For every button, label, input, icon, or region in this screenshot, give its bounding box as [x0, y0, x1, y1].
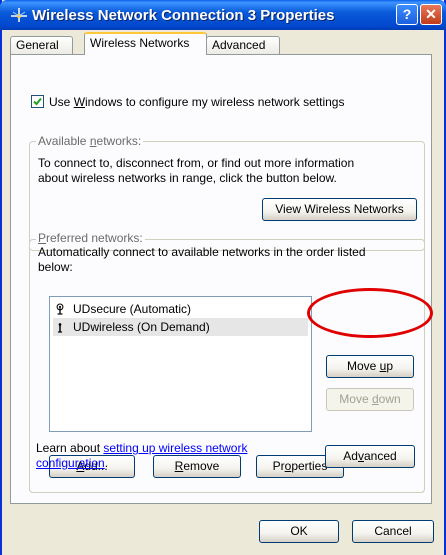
- preferred-text-line1: Automatically connect to available netwo…: [38, 245, 366, 259]
- preferred-text-line2: below:: [38, 260, 73, 274]
- use-windows-checkbox[interactable]: [31, 95, 44, 108]
- tab-panel: Use Windows to configure my wireless net…: [10, 54, 432, 504]
- title-bar[interactable]: Wireless Network Connection 3 Properties…: [0, 0, 446, 30]
- tab-general[interactable]: General: [10, 36, 73, 54]
- properties-dialog: Wireless Network Connection 3 Properties…: [0, 0, 446, 555]
- move-down-button[interactable]: Move down: [326, 388, 414, 411]
- learn-about-line1: Learn about setting up wireless network: [36, 441, 248, 455]
- help-button[interactable]: ?: [396, 4, 418, 25]
- network-name: UDwireless (On Demand): [73, 320, 210, 334]
- antenna-icon: [56, 303, 64, 315]
- tab-advanced[interactable]: Advanced: [206, 36, 280, 54]
- available-networks-legend: Available networks:: [36, 134, 144, 148]
- highlight-annotation-circle: [307, 288, 433, 338]
- ok-button[interactable]: OK: [259, 520, 339, 543]
- antenna-small-icon: [57, 323, 63, 333]
- preferred-networks-legend: Preferred networks:: [36, 231, 145, 245]
- configuration-link[interactable]: configuration: [36, 456, 105, 470]
- network-connection-icon: [11, 8, 27, 22]
- available-text-line2: about wireless networks in range, click …: [38, 171, 337, 185]
- preferred-networks-list[interactable]: UDsecure (Automatic) UDwireless (On Dema…: [49, 296, 312, 432]
- learn-about-line2: configuration.: [36, 456, 109, 470]
- network-name: UDsecure (Automatic): [73, 302, 192, 316]
- view-wireless-networks-button[interactable]: View Wireless Networks: [262, 198, 417, 221]
- tab-wireless-networks[interactable]: Wireless Networks: [84, 32, 207, 55]
- list-item[interactable]: UDwireless (On Demand): [53, 318, 308, 336]
- cancel-button[interactable]: Cancel: [352, 520, 434, 543]
- list-item[interactable]: UDsecure (Automatic): [53, 300, 308, 318]
- checkmark-icon: [33, 97, 42, 106]
- available-text-line1: To connect to, disconnect from, or find …: [38, 156, 355, 170]
- window-title: Wireless Network Connection 3 Properties: [32, 7, 335, 24]
- advanced-button[interactable]: Advanced: [325, 445, 415, 468]
- wireless-setup-link[interactable]: setting up wireless network: [103, 441, 247, 455]
- use-windows-label[interactable]: Use Windows to configure my wireless net…: [49, 95, 344, 109]
- remove-button[interactable]: Remove: [153, 455, 241, 478]
- move-up-button[interactable]: Move up: [326, 355, 414, 378]
- close-button[interactable]: ✕: [420, 4, 442, 25]
